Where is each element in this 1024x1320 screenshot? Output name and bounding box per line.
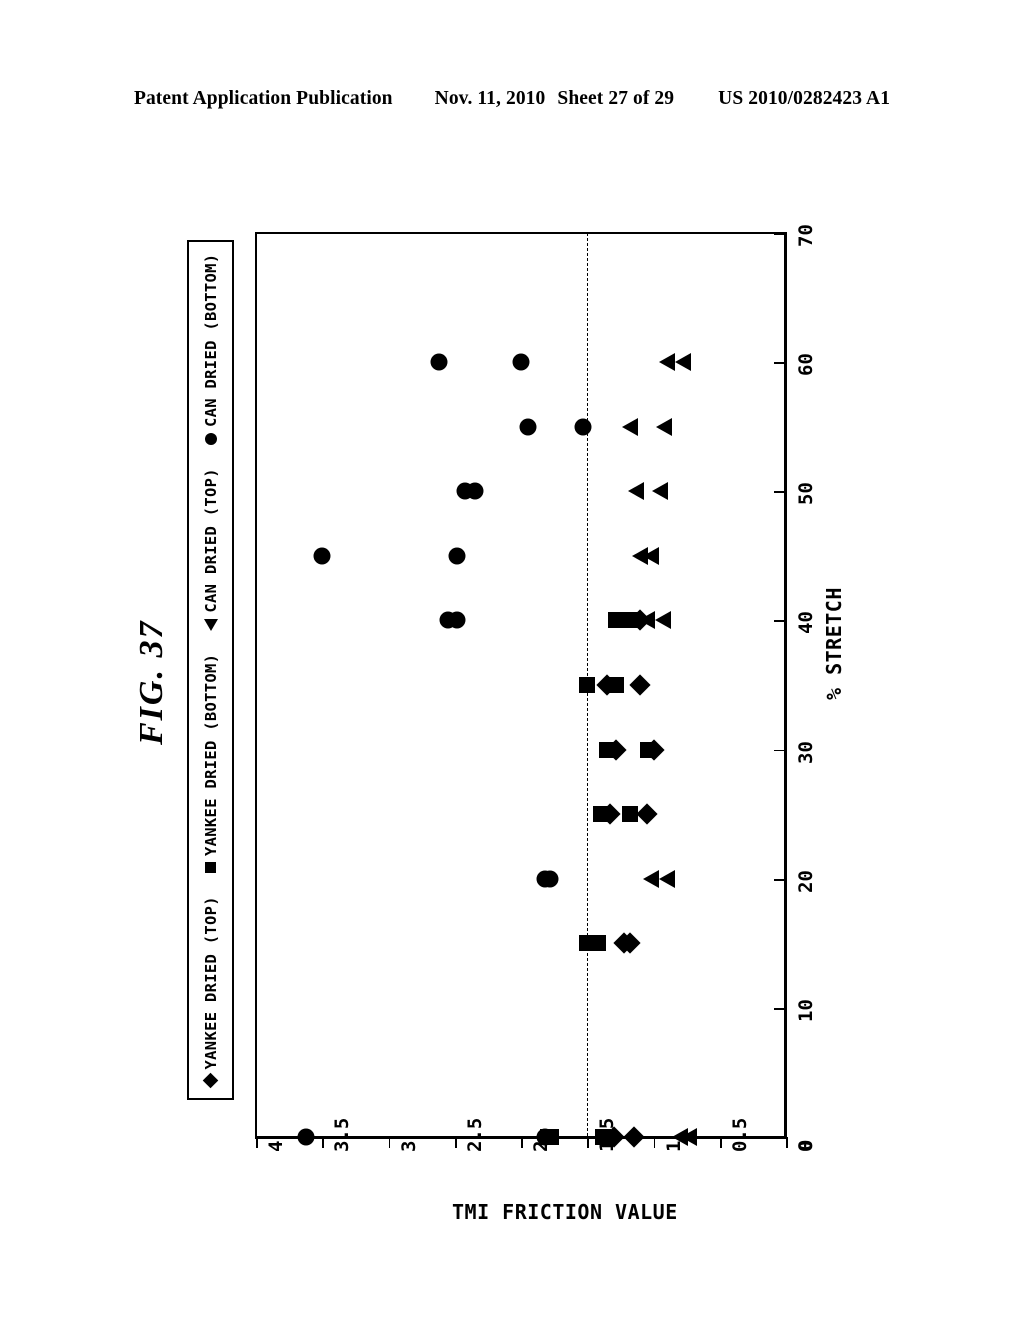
stretch-tick-label: 10 [795,998,817,1022]
figure-title: FIG. 37 [133,619,170,745]
data-point-circle [512,353,530,371]
data-point-circle [313,547,331,565]
figure-37: 43.532.521.510.50 010203040506070 TMI FR… [0,0,1024,1320]
tmi-tick-label: 2.5 [463,1117,486,1152]
tmi-tick-label: 0.5 [728,1117,751,1152]
circle-marker-icon [204,432,217,445]
data-point-square [595,1129,612,1145]
data-point-triangle [642,546,659,565]
legend-entry: YANKEE DRIED (BOTTOM) [202,654,220,873]
data-point-triangle [674,353,691,372]
data-point-circle [574,418,592,436]
tmi-tick [521,1137,523,1148]
tmi-tick-label: 3.5 [331,1117,354,1152]
tmi-tick [322,1137,325,1148]
data-point-square [579,677,596,693]
data-point-triangle [658,869,675,888]
data-point-triangle [628,482,645,501]
data-point-triangle [656,417,673,436]
stretch-axis-title: % STRETCH [822,587,846,700]
legend: YANKEE DRIED (TOP) YANKEE DRIED (BOTTOM) C… [187,240,234,1100]
legend-label: YANKEE DRIED (BOTTOM) [201,653,220,856]
data-point-triangle [654,611,671,630]
stretch-tick-label: 50 [795,482,817,506]
stretch-tick [774,1007,785,1010]
data-point-circle [536,1128,554,1146]
legend-label: CAN DRIED (TOP) [201,468,220,613]
stretch-tick-label: 20 [795,869,817,893]
data-point-circle [430,353,448,371]
data-point-triangle [681,1128,698,1146]
legend-label: YANKEE DRIED (TOP) [201,896,220,1070]
square-marker-icon [205,861,216,873]
tmi-tick [786,1137,788,1148]
tmi-tick [653,1137,656,1148]
data-point-circle [448,611,466,629]
stretch-tick-label: 60 [795,353,817,377]
data-point-square [622,612,639,629]
legend-label: CAN DRIED (BOTTOM) [201,253,220,427]
legend-entry: YANKEE DRIED (TOP) [201,896,220,1089]
legend-entry: CAN DRIED (BOTTOM) [202,254,220,445]
data-point-circle [541,870,559,888]
data-point-triangle [642,869,659,888]
stretch-tick [774,362,785,364]
stretch-tick [774,1137,785,1139]
data-point-square [589,935,606,952]
tmi-tick [256,1137,258,1148]
diamond-marker-icon [202,1073,219,1089]
tmi-tick [388,1137,391,1148]
tmi-tick [719,1137,722,1148]
stretch-tick [774,491,785,494]
stretch-tick-label: 0 [795,1139,817,1151]
stretch-tick [774,878,785,881]
data-point-triangle [621,417,638,436]
stretch-tick-label: 70 [795,224,817,247]
data-point-square [599,741,616,758]
data-point-square [640,741,657,758]
stretch-tick [774,749,785,752]
tmi-tick-label: 3 [397,1140,420,1152]
data-point-square [621,806,638,823]
stretch-axis-line [784,232,787,1138]
data-point-triangle [652,482,669,501]
stretch-tick-label: 40 [795,611,817,635]
legend-entry: CAN DRIED (TOP) [201,468,220,631]
tmi-axis-title: TMI FRICTION VALUE [452,1200,678,1224]
data-point-circle [466,482,484,500]
triangle-marker-icon [203,618,218,631]
stretch-tick [774,620,785,623]
data-point-triangle [658,353,675,372]
stretch-tick [774,233,785,235]
data-point-square [592,806,609,823]
data-point-circle [297,1128,315,1146]
tmi-tick-label: 4 [265,1140,287,1152]
tmi-tick [454,1137,457,1148]
data-point-circle [519,418,537,436]
data-point-circle [448,547,466,565]
data-point-square [608,677,625,693]
stretch-tick-label: 30 [795,740,817,764]
tmi-tick [587,1137,590,1148]
data-point-triangle [638,611,655,630]
